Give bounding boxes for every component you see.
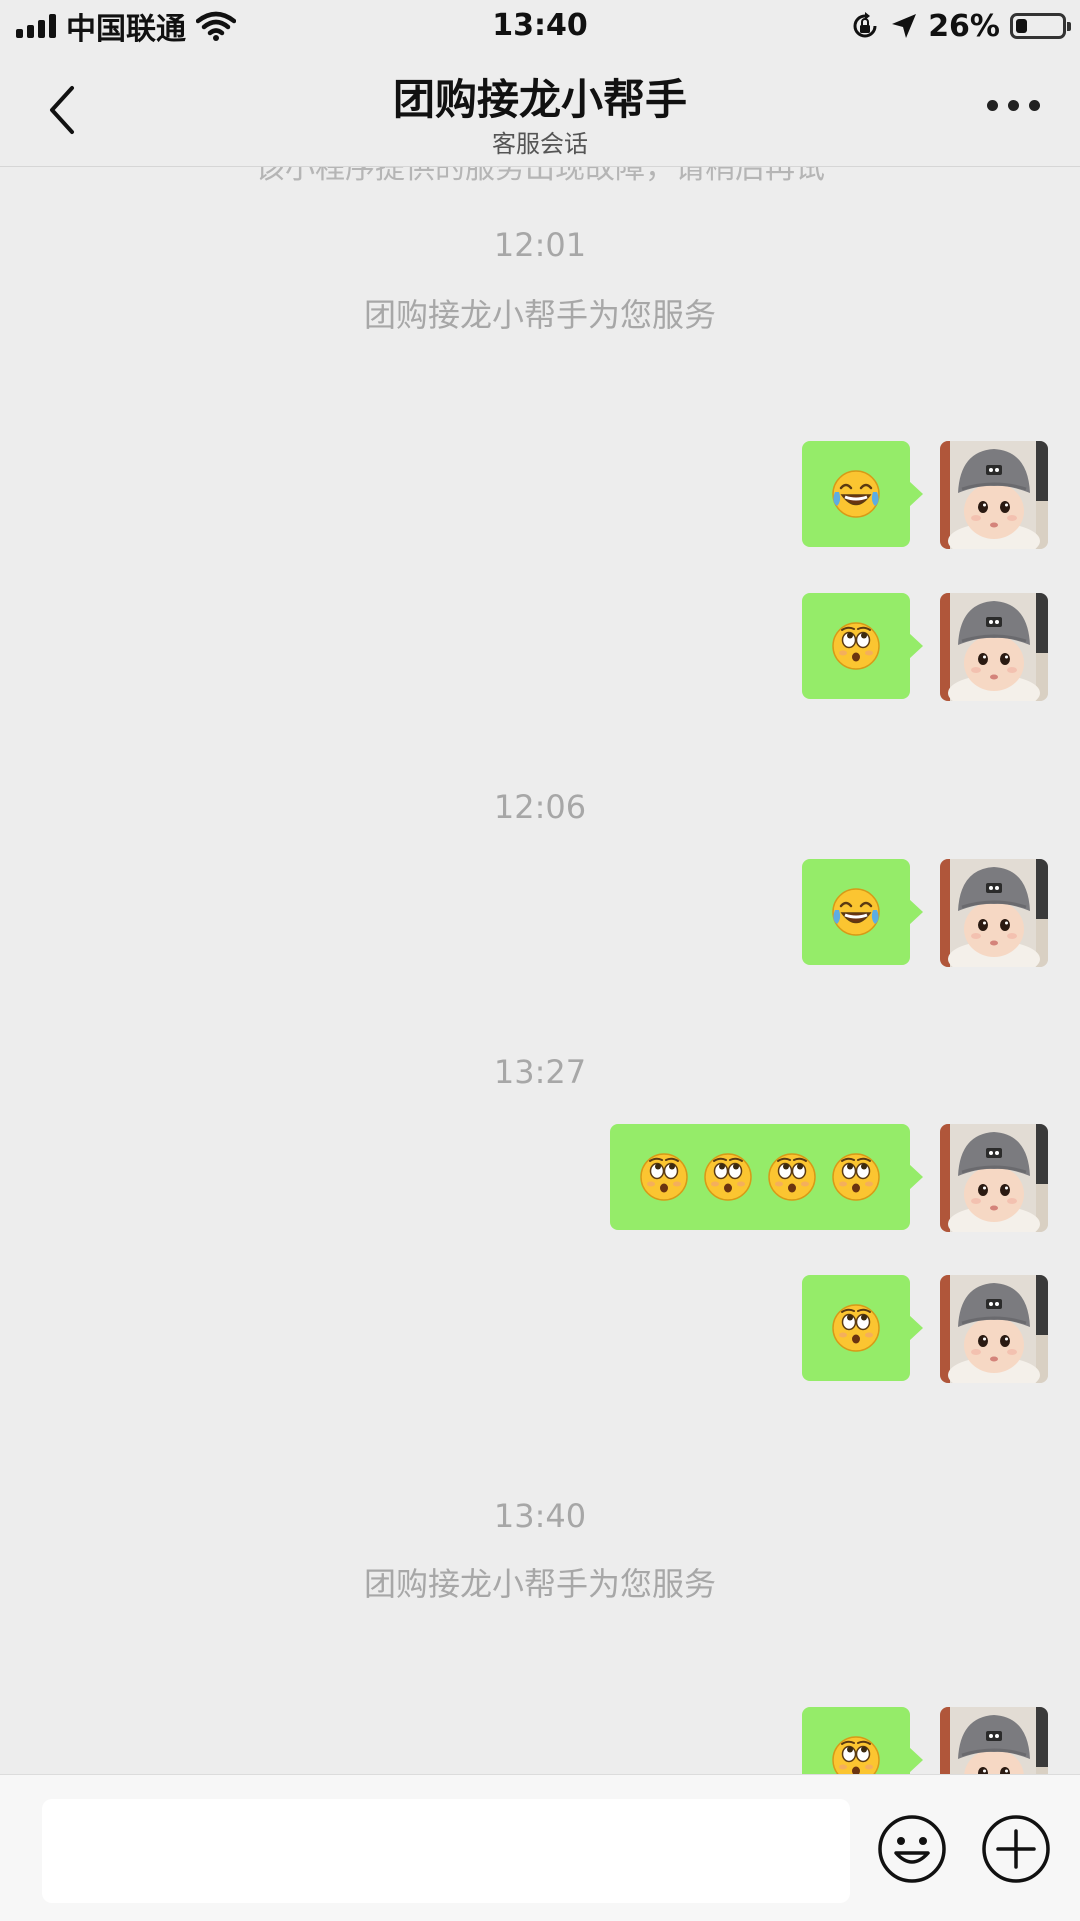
- system-notice: 该小程序提供的服务出现故障，请稍后再试: [255, 167, 825, 186]
- nav-bar: 团购接龙小帮手 客服会话: [0, 52, 1080, 167]
- battery-level: [1016, 19, 1028, 33]
- avatar[interactable]: [940, 441, 1048, 549]
- message-row: [0, 1275, 1080, 1383]
- battery-percent: 26%: [928, 8, 1000, 44]
- page-subtitle: 客服会话: [492, 130, 588, 158]
- system-message: 团购接龙小帮手为您服务: [363, 296, 716, 334]
- eye-roll-emoji: [830, 620, 882, 672]
- eye-roll-emoji: [830, 1151, 882, 1203]
- message-row: [0, 593, 1080, 701]
- message-bubble[interactable]: [802, 593, 923, 699]
- status-right: 26%: [850, 6, 1071, 46]
- chat-area[interactable]: 该小程序提供的服务出现故障，请稍后再试 12:01 团购接龙小帮手为您服务 12:0…: [0, 167, 1080, 1774]
- laugh-cry-emoji: [830, 886, 882, 938]
- message-row: [0, 1124, 1080, 1232]
- more-dots-icon[interactable]: [987, 100, 1040, 111]
- eye-roll-emoji: [638, 1151, 690, 1203]
- avatar[interactable]: [940, 593, 1048, 701]
- message-bubble[interactable]: [802, 441, 923, 547]
- system-message: 团购接龙小帮手为您服务: [363, 1565, 716, 1603]
- avatar[interactable]: [940, 1124, 1048, 1232]
- eye-roll-emoji: [766, 1151, 818, 1203]
- message-bubble[interactable]: [802, 1707, 923, 1774]
- message-row: [0, 1707, 1080, 1774]
- timestamp: 13:27: [493, 1053, 587, 1091]
- timestamp: 13:40: [493, 1497, 587, 1535]
- eye-roll-emoji: [830, 1302, 882, 1354]
- avatar[interactable]: [940, 1707, 1048, 1774]
- timestamp: 12:06: [493, 788, 587, 826]
- message-row: [0, 441, 1080, 549]
- input-bar: [0, 1774, 1080, 1921]
- eye-roll-emoji: [702, 1151, 754, 1203]
- orientation-lock-icon: [853, 12, 877, 38]
- message-bubble[interactable]: [610, 1124, 923, 1230]
- status-bar: 中国联通 13:40 26%: [0, 0, 1080, 52]
- avatar[interactable]: [940, 1275, 1048, 1383]
- plus-circle-icon[interactable]: [980, 1813, 1052, 1885]
- smiley-icon[interactable]: [876, 1813, 948, 1885]
- message-bubble[interactable]: [802, 1275, 923, 1381]
- message-row: [0, 859, 1080, 967]
- laugh-cry-emoji: [830, 468, 882, 520]
- timestamp: 12:01: [493, 226, 587, 264]
- avatar[interactable]: [940, 859, 1048, 967]
- page-title: 团购接龙小帮手: [392, 75, 687, 124]
- location-icon: [892, 14, 917, 38]
- message-input[interactable]: [42, 1799, 850, 1903]
- message-bubble[interactable]: [802, 859, 923, 965]
- eye-roll-emoji: [830, 1734, 882, 1774]
- battery-icon: [1010, 13, 1071, 39]
